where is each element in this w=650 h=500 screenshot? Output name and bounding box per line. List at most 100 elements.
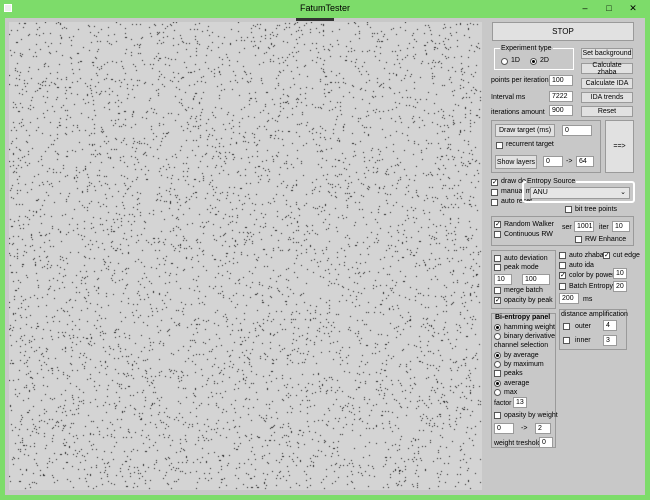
distance-amplification-title: distance amplification bbox=[561, 311, 628, 318]
radio-1d-label: 1D bbox=[511, 57, 520, 64]
rw-enhance-label: RW Enhance bbox=[585, 236, 627, 243]
batch-ms-unit: ms bbox=[583, 296, 593, 303]
experiment-type-title: Experiment type bbox=[500, 45, 553, 52]
auto-zhaba-checkbox[interactable] bbox=[559, 252, 566, 259]
average-radio[interactable] bbox=[494, 380, 501, 387]
draw-target-input[interactable]: 0 bbox=[562, 125, 592, 136]
ida-trends-button[interactable]: IDA trends bbox=[581, 92, 633, 103]
random-walker-label: Random Walker bbox=[504, 221, 554, 228]
hamming-weight-label: hamming weight bbox=[504, 324, 555, 331]
peak-mode-checkbox[interactable] bbox=[494, 264, 501, 271]
color-by-power-label: color by power bbox=[569, 272, 615, 279]
auto-deviation-checkbox[interactable] bbox=[494, 255, 501, 262]
hamming-weight-radio[interactable] bbox=[494, 324, 501, 331]
weight-range-from-input[interactable]: 0 bbox=[494, 423, 514, 434]
ser-input[interactable]: 1001 bbox=[574, 221, 594, 232]
weight-threshold-input[interactable]: 0 bbox=[539, 437, 553, 448]
color-by-power-checkbox[interactable]: ✓ bbox=[559, 272, 566, 279]
interval-input[interactable]: 7222 bbox=[549, 91, 573, 102]
entropy-source-select[interactable]: ANU ⌄ bbox=[530, 187, 630, 199]
maximize-button[interactable]: □ bbox=[600, 2, 618, 14]
weight-range-to-input[interactable]: 2 bbox=[535, 423, 551, 434]
inner-input[interactable]: 3 bbox=[603, 335, 617, 346]
factor-input[interactable]: 13 bbox=[513, 397, 527, 408]
show-layers-arrow: -> bbox=[566, 158, 573, 165]
peaks-checkbox[interactable] bbox=[494, 370, 501, 377]
iter-input[interactable]: 10 bbox=[612, 221, 630, 232]
bi-entropy-title: Bi-entropy panel bbox=[495, 314, 551, 321]
outer-checkbox[interactable] bbox=[563, 323, 570, 330]
draw-target-button[interactable]: Draw target (ms) bbox=[495, 124, 555, 137]
binary-derivative-radio[interactable] bbox=[494, 333, 501, 340]
merge-batch-checkbox[interactable] bbox=[494, 287, 501, 294]
manual-mode-checkbox[interactable] bbox=[491, 189, 498, 196]
random-walker-checkbox[interactable]: ✓ bbox=[494, 221, 501, 228]
recurrent-target-checkbox[interactable] bbox=[496, 142, 503, 149]
show-layers-button[interactable]: Show layers bbox=[495, 155, 537, 169]
average-label: average bbox=[504, 380, 530, 387]
opacity-by-peak-label: opacity by peak bbox=[504, 297, 553, 304]
batch-entropy-checkbox[interactable] bbox=[559, 283, 566, 290]
arrow-button[interactable]: ==> bbox=[605, 120, 634, 173]
by-average-radio[interactable] bbox=[494, 352, 501, 359]
batch-ms-input[interactable]: 200 bbox=[559, 293, 579, 304]
radio-2d[interactable] bbox=[530, 58, 537, 65]
max-radio[interactable] bbox=[494, 389, 501, 396]
channel-selection-label: channel selection bbox=[494, 342, 549, 349]
peak-to-input[interactable]: 100 bbox=[522, 274, 550, 285]
calculate-ida-button[interactable]: Calculate IDA bbox=[581, 78, 633, 89]
opacity-by-peak-checkbox[interactable]: ✓ bbox=[494, 297, 501, 304]
dot-plot-area[interactable] bbox=[9, 22, 482, 490]
outer-label: outer bbox=[575, 323, 591, 330]
draw-dots-checkbox[interactable]: ✓ bbox=[491, 179, 498, 186]
interval-label: Interval ms bbox=[491, 94, 526, 101]
by-maximum-radio[interactable] bbox=[494, 361, 501, 368]
random-dots-canvas bbox=[9, 22, 482, 490]
bit-tree-points-checkbox[interactable] bbox=[565, 206, 572, 213]
radio-1d[interactable] bbox=[501, 58, 508, 65]
batch-entropy-input[interactable]: 20 bbox=[613, 281, 627, 292]
recurrent-target-label: recurrent target bbox=[506, 141, 554, 148]
title-bar: FatumTester – □ ✕ bbox=[0, 0, 650, 18]
canvas-handle bbox=[296, 18, 334, 21]
auto-deviation-label: auto deviation bbox=[504, 255, 548, 262]
auto-zhaba-label: auto zhaba bbox=[569, 252, 604, 259]
outer-input[interactable]: 4 bbox=[603, 320, 617, 331]
bit-tree-points-label: bit tree points bbox=[575, 206, 618, 213]
peaks-label: peaks bbox=[504, 370, 523, 377]
weight-range-arrow: -> bbox=[521, 425, 528, 432]
minimize-button[interactable]: – bbox=[576, 2, 594, 14]
by-average-label: by average bbox=[504, 352, 539, 359]
peak-mode-label: peak mode bbox=[504, 264, 539, 271]
show-layers-from-input[interactable]: 0 bbox=[543, 156, 563, 167]
weight-threshold-label: weight treshold bbox=[494, 440, 542, 447]
continuous-rw-label: Continuous RW bbox=[504, 231, 553, 238]
close-button[interactable]: ✕ bbox=[624, 2, 642, 14]
rw-enhance-checkbox[interactable] bbox=[575, 236, 582, 243]
cut-edge-checkbox[interactable]: ✓ bbox=[603, 252, 610, 259]
iter-label: iter bbox=[599, 224, 609, 231]
auto-reset-checkbox[interactable] bbox=[491, 199, 498, 206]
max-label: max bbox=[504, 389, 518, 396]
merge-batch-label: merge batch bbox=[504, 287, 543, 294]
reset-button[interactable]: Reset bbox=[581, 106, 633, 117]
opacity-by-weight-checkbox[interactable] bbox=[494, 412, 501, 419]
color-by-power-input[interactable]: 10 bbox=[613, 268, 627, 279]
continuous-rw-checkbox[interactable] bbox=[494, 231, 501, 238]
set-background-button[interactable]: Set background bbox=[581, 48, 633, 59]
inner-checkbox[interactable] bbox=[563, 337, 570, 344]
entropy-source-title: Entropy Source bbox=[526, 178, 577, 185]
calculate-zhaba-button[interactable]: Calculate zhaba bbox=[581, 62, 633, 76]
show-layers-to-input[interactable]: 64 bbox=[576, 156, 594, 167]
binary-derivative-label: binary derivative bbox=[504, 333, 555, 340]
window-title: FatumTester bbox=[299, 3, 350, 13]
points-per-iteration-input[interactable]: 100 bbox=[549, 75, 573, 86]
iterations-input[interactable]: 900 bbox=[549, 105, 573, 116]
entropy-source-value: ANU bbox=[533, 189, 548, 196]
peak-from-input[interactable]: 10 bbox=[494, 274, 512, 285]
auto-ida-checkbox[interactable] bbox=[559, 262, 566, 269]
stop-button[interactable]: STOP bbox=[492, 22, 634, 41]
radio-2d-label: 2D bbox=[540, 57, 549, 64]
iterations-label: iterations amount bbox=[491, 109, 545, 116]
by-maximum-label: by maximum bbox=[504, 361, 544, 368]
